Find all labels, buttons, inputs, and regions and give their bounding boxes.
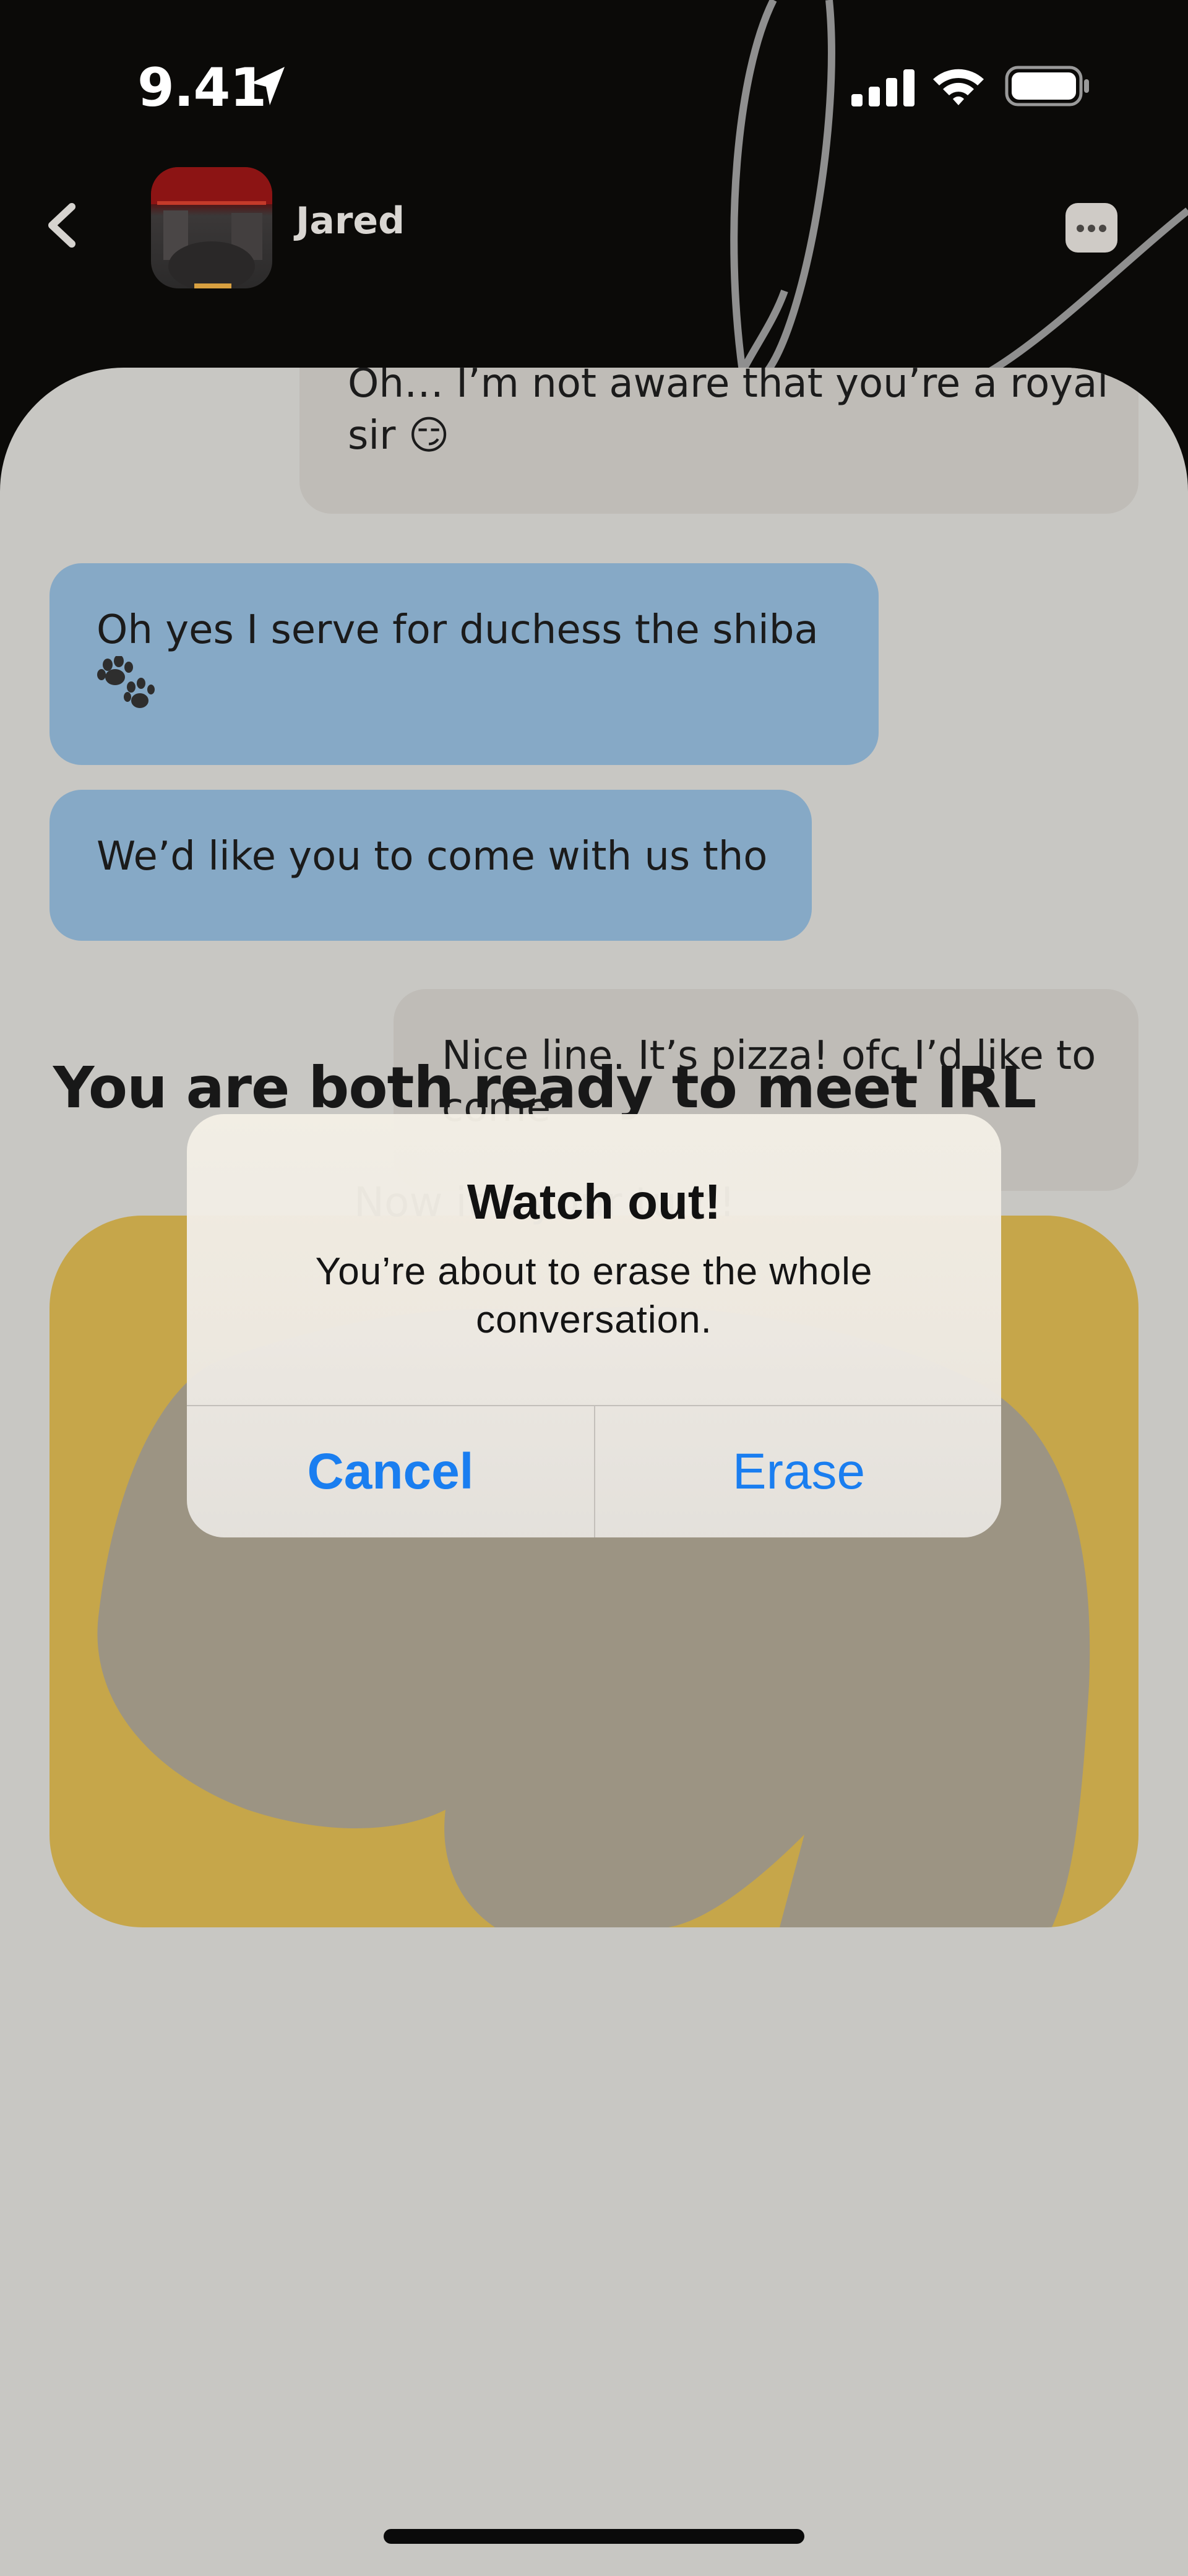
ellipsis-icon xyxy=(1077,225,1084,232)
wifi-icon xyxy=(933,69,984,105)
alert-message: You’re about to erase the whole conversa… xyxy=(261,1248,927,1344)
contact-name[interactable]: Jared xyxy=(296,199,405,243)
alert-message-line: You’re about to erase the whole xyxy=(315,1250,873,1293)
message-text: sir 😏 xyxy=(348,413,450,459)
erase-conversation-alert: Watch out! You’re about to erase the who… xyxy=(187,1114,1001,1537)
location-arrow-icon xyxy=(251,67,285,105)
ready-card-title: You are both ready to meet IRL xyxy=(53,1055,1037,1121)
paw-prints-icon xyxy=(97,656,155,708)
alert-title: Watch out! xyxy=(467,1174,721,1229)
alert-message-line: conversation. xyxy=(476,1299,712,1341)
message-bubble-received[interactable]: Oh yes I serve for duchess the shiba xyxy=(50,563,879,765)
contact-avatar[interactable] xyxy=(151,167,272,288)
battery-icon xyxy=(1005,66,1089,106)
home-indicator[interactable] xyxy=(384,2529,804,2544)
message-text: We’d like you to come with us tho xyxy=(97,834,768,880)
more-options-button[interactable] xyxy=(1065,203,1117,253)
avatar-photo xyxy=(151,167,272,288)
message-bubble-received[interactable]: We’d like you to come with us tho xyxy=(50,790,812,941)
status-time: 9.41 xyxy=(137,57,267,119)
erase-button[interactable]: Erase xyxy=(595,1406,1001,1537)
message-bubble-sent[interactable]: Oh… I’m not aware that you’re a royal si… xyxy=(299,368,1138,514)
message-text: Oh yes I serve for duchess the shiba xyxy=(97,607,819,653)
cancel-button[interactable]: Cancel xyxy=(187,1406,594,1537)
message-text: Oh… I’m not aware that you’re a royal xyxy=(348,368,1109,407)
chat-header: 9.41 Jared xyxy=(0,0,1188,396)
cellular-signal-icon xyxy=(851,69,915,106)
back-button[interactable] xyxy=(43,202,80,249)
